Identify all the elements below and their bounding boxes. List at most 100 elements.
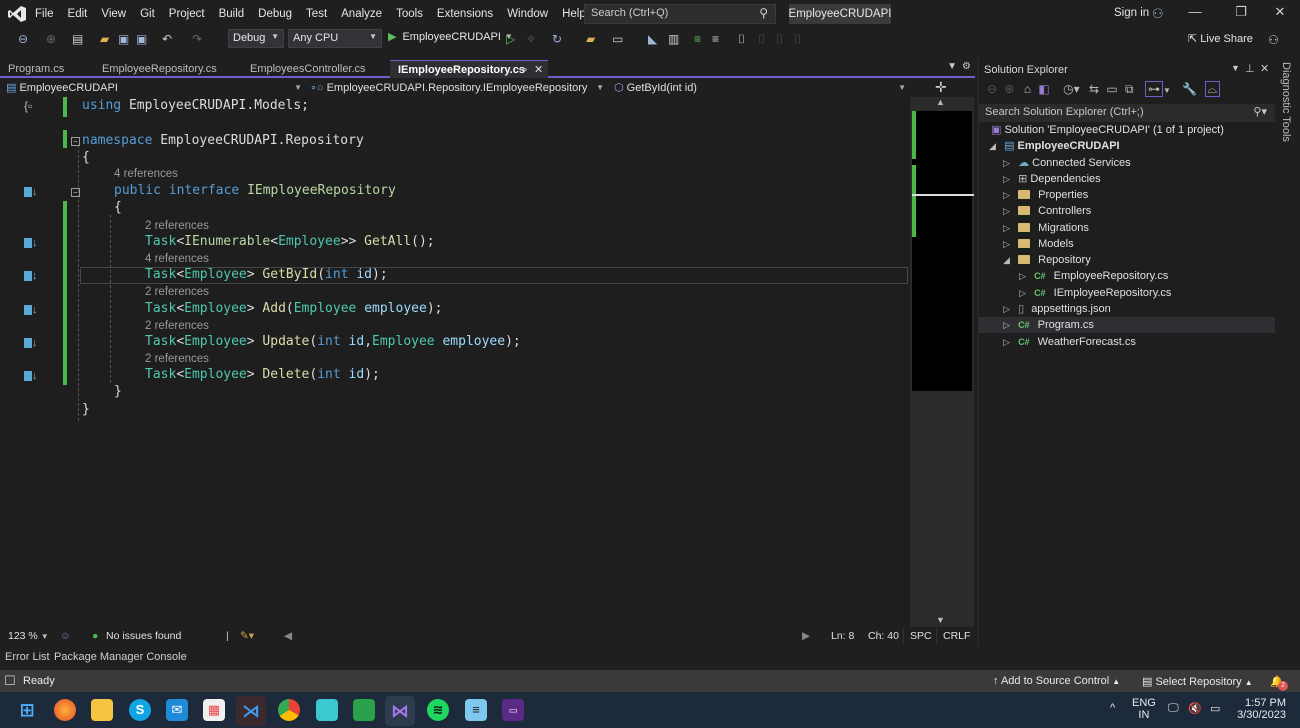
tree-item-migrations[interactable]: ▷ Migrations [1003, 220, 1089, 236]
tab-program-cs[interactable]: Program.cs [0, 60, 94, 78]
expanded-caret-icon[interactable]: ◢ [1003, 252, 1015, 268]
navigate-back-icon[interactable]: ⊖ [18, 30, 28, 48]
expanded-caret-icon[interactable]: ◢ [989, 138, 1001, 154]
next-bookmark-icon[interactable]: ⌷ [776, 30, 783, 48]
preview-icon[interactable]: ⌓ [1204, 81, 1221, 97]
terminal-icon[interactable]: ▭ [502, 699, 524, 721]
tree-item-employee-repository-cs[interactable]: ▷ C# EmployeeRepository.cs [1019, 268, 1168, 284]
menu-debug[interactable]: Debug [251, 8, 299, 20]
menu-edit[interactable]: Edit [61, 8, 95, 20]
close-tab-icon[interactable]: ✕ [534, 61, 543, 79]
tab-settings-gear-icon[interactable]: ⚙ [962, 61, 971, 72]
minimize-button[interactable]: — [1180, 4, 1210, 24]
collapsed-caret-icon[interactable]: ▷ [1003, 171, 1015, 187]
uncomment-icon[interactable]: ≡ [712, 30, 719, 48]
collapsed-caret-icon[interactable]: ▷ [1003, 236, 1015, 252]
save-all-icon[interactable]: ▣ [136, 30, 147, 48]
battery-icon[interactable]: ▭ [1210, 702, 1220, 715]
whitespace-mode[interactable]: SPC [903, 627, 938, 645]
implemented-by-icon[interactable]: ↓ [24, 270, 42, 282]
tree-solution[interactable]: ▣ Solution 'EmployeeCRUDAPI' (1 of 1 pro… [991, 122, 1224, 138]
codelens-references[interactable]: 4 references [114, 167, 178, 181]
start-debugging-button[interactable]: ▶ EmployeeCRUDAPI ▼ [388, 30, 513, 44]
chevron-down-icon[interactable]: ▼ [1163, 86, 1171, 95]
codelens-references[interactable]: 2 references [145, 219, 209, 233]
menu-build[interactable]: Build [212, 8, 252, 20]
tree-item-properties[interactable]: ▷ Properties [1003, 187, 1088, 203]
chrome-icon[interactable] [278, 699, 300, 721]
tree-item-appsettings-json[interactable]: ▷ ▯ appsettings.json [1003, 301, 1111, 317]
global-search-input[interactable]: Search (Ctrl+Q) ⚲ [584, 4, 776, 24]
menu-git[interactable]: Git [133, 8, 162, 20]
microsoft-store-icon[interactable]: ▦ [203, 699, 225, 721]
collapsed-caret-icon[interactable]: ▷ [1019, 268, 1031, 284]
tab-employees-controller-cs[interactable]: EmployeesController.cs [242, 60, 390, 78]
tree-item-repository[interactable]: ◢ Repository [1003, 252, 1091, 268]
scroll-up-icon[interactable]: ▲ [936, 97, 945, 107]
skype-icon[interactable]: S [129, 699, 151, 721]
collapsed-caret-icon[interactable]: ▷ [1019, 285, 1031, 301]
collapsed-caret-icon[interactable]: ▷ [1003, 187, 1015, 203]
tree-item-program-cs[interactable]: ▷ C# Program.cs [979, 317, 1275, 333]
minimap-preview[interactable] [912, 111, 974, 391]
comment-icon[interactable]: ≡ [694, 30, 701, 48]
collapsed-caret-icon[interactable]: ▷ [1003, 220, 1015, 236]
codelens-references[interactable]: 2 references [145, 352, 209, 366]
implemented-by-icon[interactable]: ↓ [24, 337, 42, 349]
back-icon[interactable]: ⊖ [987, 82, 997, 96]
tab-error-list[interactable]: Error List [5, 651, 50, 663]
save-icon[interactable]: ▣ [118, 30, 129, 48]
tab-employee-repository-cs[interactable]: EmployeeRepository.cs [94, 60, 242, 78]
collapse-all-icon[interactable]: ▭ [1106, 82, 1117, 96]
select-repository-button[interactable]: ▤ Select Repository ▲ [1142, 675, 1253, 688]
close-panel-icon[interactable]: ✕ [1260, 62, 1269, 75]
bookmark-icon[interactable]: ⌷ [738, 30, 745, 48]
implemented-by-icon[interactable]: ↓ [24, 370, 42, 382]
column-number[interactable]: Ch: 40 [862, 627, 905, 645]
menu-test[interactable]: Test [299, 8, 334, 20]
browse-folder-icon[interactable]: ▰ [586, 30, 595, 48]
collapse-interface-icon[interactable]: − [71, 188, 80, 197]
show-all-files-icon[interactable]: ⧉ [1125, 82, 1134, 96]
redo-icon[interactable]: ↷ [192, 30, 202, 48]
tree-item-iemployee-repository-cs[interactable]: ▷ C# IEmployeeRepository.cs [1019, 285, 1171, 301]
add-to-source-control-button[interactable]: ↑ Add to Source Control ▲ [993, 675, 1120, 687]
project-dropdown[interactable]: ▤ EmployeeCRUDAPI ▼ [6, 80, 306, 96]
properties-wrench-icon[interactable]: 🔧 [1182, 82, 1197, 96]
menu-analyze[interactable]: Analyze [334, 8, 389, 20]
firefox-icon[interactable] [54, 699, 76, 721]
tree-item-weatherforecast-cs[interactable]: ▷ C# WeatherForecast.cs [1003, 334, 1136, 350]
mail-icon[interactable]: ✉ [166, 699, 188, 721]
issues-status[interactable]: No issues found [106, 630, 181, 642]
scroll-down-icon[interactable]: ▼ [936, 615, 945, 625]
split-editor-icon[interactable]: ✛ [935, 79, 947, 96]
undo-icon[interactable]: ↶ [162, 30, 172, 48]
tab-package-manager-console[interactable]: Package Manager Console [54, 651, 187, 663]
collapsed-caret-icon[interactable]: ▷ [1003, 317, 1015, 333]
menu-tools[interactable]: Tools [389, 8, 430, 20]
file-explorer-icon[interactable] [91, 699, 113, 721]
restore-button[interactable]: ❐ [1226, 4, 1256, 24]
step-icon[interactable]: ◣ [648, 30, 657, 48]
codelens-references[interactable]: 4 references [145, 252, 209, 266]
start-menu-icon[interactable]: ⊞ [16, 699, 38, 721]
pin-tab-icon[interactable]: ⊸ [518, 61, 527, 79]
tree-project[interactable]: ◢ ▤ EmployeeCRUDAPI [989, 138, 1120, 154]
show-hidden-icons-button[interactable]: ^ [1110, 702, 1115, 714]
visual-studio-icon[interactable]: ⋈ [385, 696, 415, 726]
app-icon[interactable] [316, 699, 338, 721]
forward-icon[interactable]: ⊕ [1004, 82, 1014, 96]
scroll-right-icon[interactable]: ▶ [802, 630, 810, 642]
implemented-by-icon[interactable]: ↓ [24, 186, 42, 198]
scroll-left-icon[interactable]: ◀ [284, 630, 292, 642]
collapsed-caret-icon[interactable]: ▷ [1003, 334, 1015, 350]
feedback-icon[interactable]: ⚇ [1268, 31, 1279, 49]
member-dropdown[interactable]: ⬡ GetById(int id) ▼ [614, 80, 910, 96]
zoom-level-dropdown[interactable]: 123 % ▼ [8, 630, 49, 642]
menu-view[interactable]: View [94, 8, 133, 20]
format-icon[interactable]: ▥ [668, 30, 679, 48]
codelens-references[interactable]: 2 references [145, 285, 209, 299]
pin-panel-icon[interactable]: ⊥ [1245, 62, 1255, 75]
implemented-by-icon[interactable]: ↓ [24, 237, 42, 249]
diagnostic-tools-tab[interactable]: Diagnostic Tools [1280, 62, 1292, 142]
